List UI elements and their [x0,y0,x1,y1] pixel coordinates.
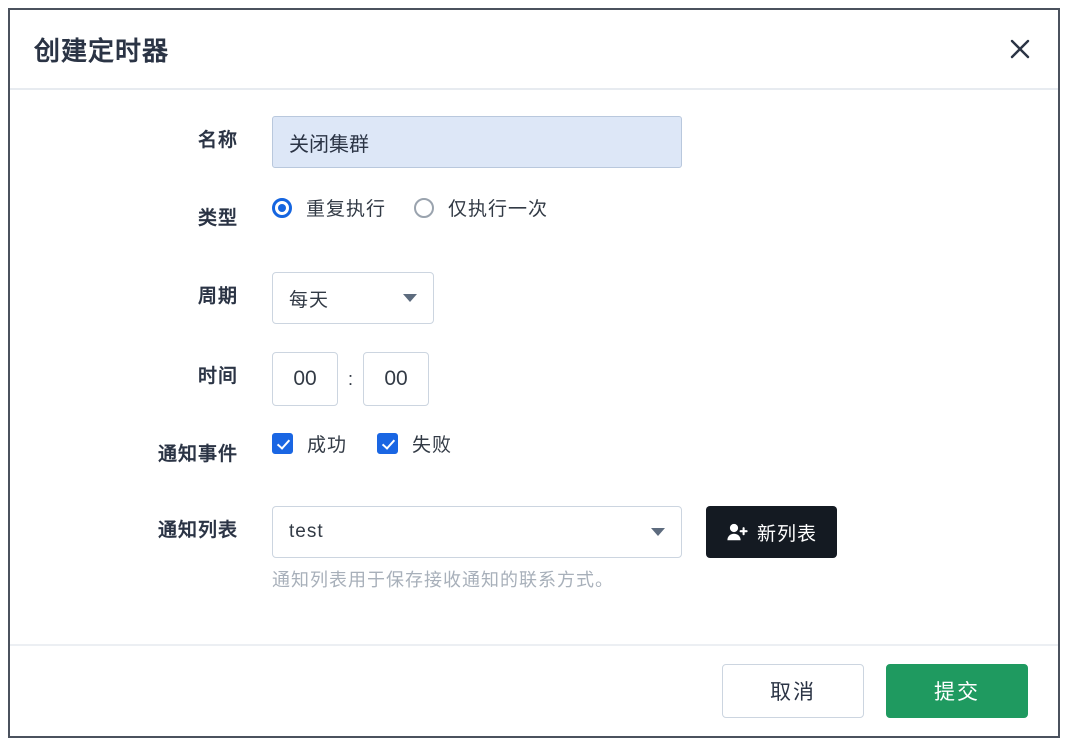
dialog-footer: 取消 提交 [10,644,1058,736]
notify-list-hint: 通知列表用于保存接收通知的联系方式。 [272,570,614,590]
form-row-name: 名称 [10,116,1058,194]
checkbox-label-failure: 失败 [412,435,453,456]
radio-icon-once [414,197,435,218]
label-notify-list: 通知列表 [157,520,238,541]
checkbox-option-success[interactable]: 成功 [272,430,347,457]
new-list-button[interactable]: 新列表 [706,506,838,558]
dialog-header: 创建定时器 [10,10,1058,90]
chevron-down-icon [651,528,665,536]
control-type: 重复执行 仅执行一次 [272,194,548,221]
radio-option-repeat[interactable]: 重复执行 [272,194,386,221]
notify-list-select[interactable]: test [272,506,682,558]
name-input[interactable] [272,116,682,168]
period-select-value: 每天 [289,289,330,311]
period-select[interactable]: 每天 [272,272,434,324]
submit-button[interactable]: 提交 [886,664,1028,718]
radio-icon-repeat [272,197,292,218]
create-timer-dialog: 创建定时器 名称 类型 重复执行 [8,8,1060,738]
type-radio-group: 重复执行 仅执行一次 [272,194,548,221]
control-notify-list: test 新列表 [272,506,838,558]
form-row-period: 周期 每天 [10,272,1058,352]
label-type: 类型 [197,208,238,229]
checkbox-icon-success [272,433,293,454]
cancel-button[interactable]: 取消 [722,664,864,718]
time-separator: : [348,368,354,389]
radio-label-once: 仅执行一次 [448,199,549,220]
radio-option-once[interactable]: 仅执行一次 [414,194,548,221]
notify-list-select-value: test [289,521,324,542]
events-checkbox-group: 成功 失败 [272,430,452,457]
minute-input[interactable] [363,352,430,406]
new-list-button-label: 新列表 [757,523,818,545]
radio-label-repeat: 重复执行 [306,199,387,220]
close-button[interactable] [1000,29,1040,69]
form-row-type: 类型 重复执行 仅执行一次 [10,194,1058,272]
label-time: 时间 [197,366,238,387]
form-row-notify-list: 通知列表 test 新列表 [10,506,1058,566]
checkbox-label-success: 成功 [307,435,348,456]
chevron-down-icon [403,294,417,302]
label-name: 名称 [197,130,238,151]
dialog-body: 名称 类型 重复执行 仅执行一次 [10,90,1058,644]
checkbox-icon-failure [377,433,399,454]
notify-list-hint-row: 通知列表用于保存接收通知的联系方式。 [10,566,1058,592]
control-period: 每天 [272,272,434,324]
label-events: 通知事件 [157,444,238,465]
hour-input[interactable] [272,352,338,406]
control-events: 成功 失败 [272,430,452,457]
control-name [272,116,682,168]
form-row-events: 通知事件 成功 失败 [10,430,1058,506]
close-icon [1008,37,1032,61]
control-time: : [272,352,430,406]
label-period: 周期 [197,286,238,307]
form-row-time: 时间 : [10,352,1058,430]
page-title: 创建定时器 [34,35,170,66]
user-add-icon [726,522,748,542]
checkbox-option-failure[interactable]: 失败 [377,430,452,457]
